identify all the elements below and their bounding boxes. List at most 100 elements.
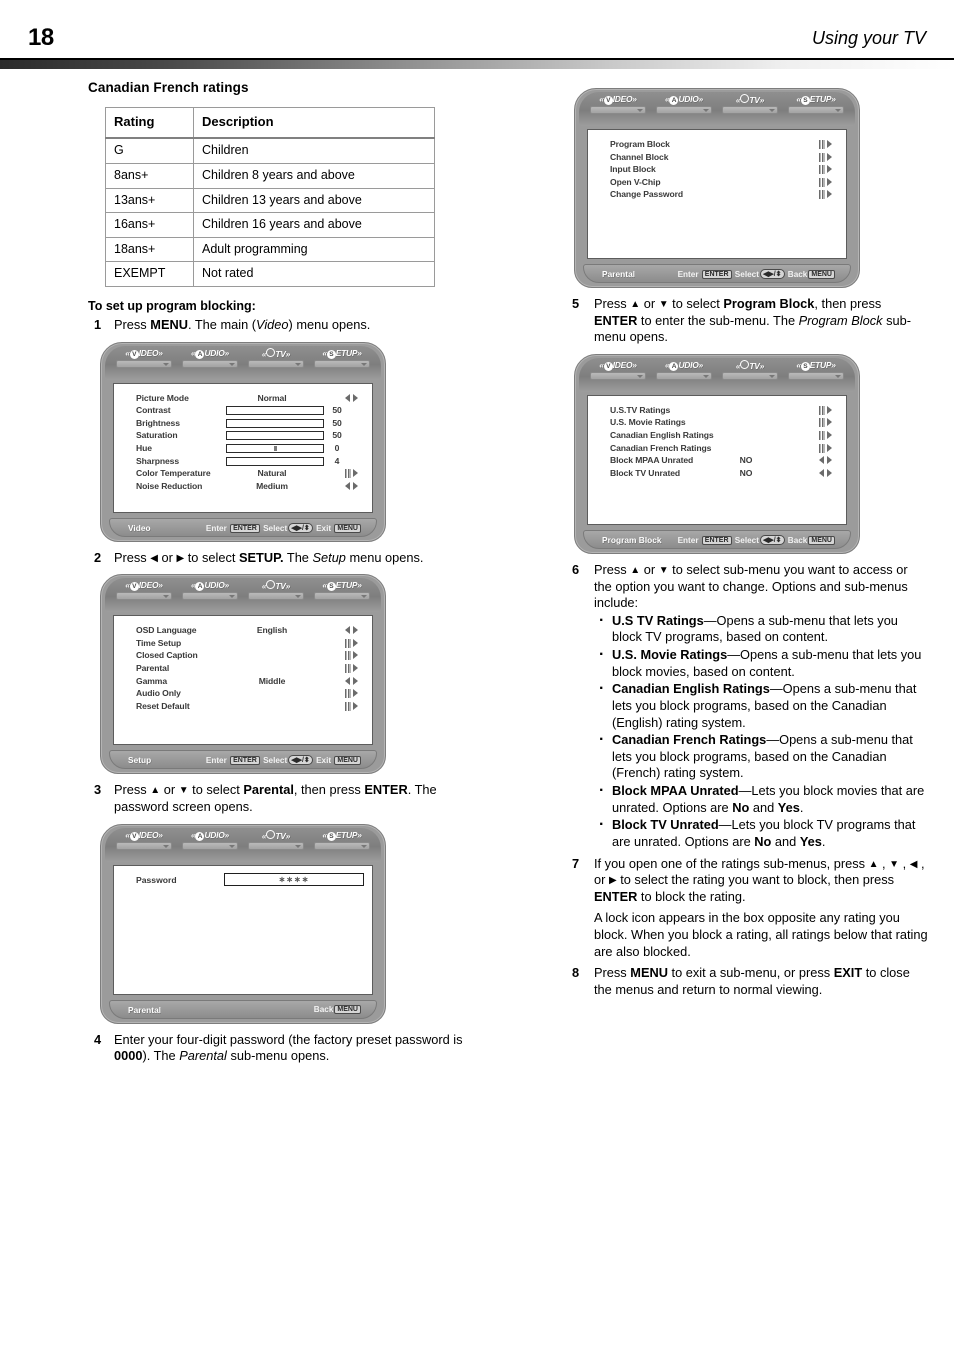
- osd-tab-audio[interactable]: «A UDIO»: [179, 830, 241, 850]
- osd-row[interactable]: Picture Mode Normal: [114, 393, 372, 406]
- osd-tab-audio[interactable]: «A UDIO»: [179, 348, 241, 368]
- osd-row[interactable]: Channel Block: [588, 152, 846, 165]
- osd-row[interactable]: Hue 0: [114, 443, 372, 456]
- osd-tab-selector-setup[interactable]: [314, 592, 370, 601]
- osd-row-indicator: [819, 177, 832, 188]
- osd-row[interactable]: Contrast 50: [114, 405, 372, 418]
- osd-slider-thumb[interactable]: [273, 446, 277, 451]
- osd-tab-audio[interactable]: «A UDIO»: [179, 580, 241, 601]
- osd-tab-selector-video[interactable]: [590, 106, 646, 114]
- osd-row[interactable]: U.S. Movie Ratings: [588, 417, 846, 430]
- osd-tab-selector-tv[interactable]: [248, 592, 304, 601]
- osd-row[interactable]: Change Password: [588, 189, 846, 202]
- osd-footer-label-setup: Setup: [128, 755, 152, 766]
- osd-tab-tv[interactable]: «TV»: [245, 347, 307, 368]
- step-6-number: 6: [572, 561, 580, 577]
- osd-row-label: Open V-Chip: [610, 176, 661, 187]
- cell-rating: 18ans+: [105, 236, 194, 263]
- osd-tab-selector-audio[interactable]: [656, 371, 712, 380]
- osd-row[interactable]: OSD Language English: [114, 625, 372, 638]
- osd-row[interactable]: Open V-Chip: [588, 177, 846, 190]
- osd-tab-selector-audio[interactable]: [182, 359, 238, 368]
- osd-tab-selector-video[interactable]: [116, 841, 172, 850]
- osd-row[interactable]: Input Block: [588, 164, 846, 177]
- osd-tab-selector-setup[interactable]: [788, 371, 844, 380]
- osd-tab-tv[interactable]: «TV»: [719, 359, 781, 380]
- osd-row[interactable]: Reset Default: [114, 701, 372, 714]
- osd-footer-program-block: Program Block Enter ENTER Select ◀▶/⬍ Bac…: [583, 529, 851, 549]
- osd-tab-badge-icon: S: [326, 582, 336, 592]
- osd-tab-selector-tv[interactable]: [722, 371, 778, 380]
- osd-slider[interactable]: [226, 444, 324, 453]
- osd-slider[interactable]: [226, 418, 324, 428]
- osd-row[interactable]: Brightness 50: [114, 418, 372, 431]
- left-right-arrows-icon: [345, 393, 358, 403]
- osd-tab-tv[interactable]: «TV»: [719, 94, 781, 114]
- osd-tab-setup[interactable]: «S ETUP»: [785, 360, 847, 380]
- left-right-arrows-icon: [819, 468, 832, 478]
- osd-tab-label-audio: «A UDIO»: [191, 829, 229, 841]
- osd-tab-selector-audio[interactable]: [182, 841, 238, 850]
- osd-tab-video[interactable]: «V IDEO»: [113, 580, 175, 601]
- osd-tab-label-video: «V IDEO»: [125, 580, 163, 592]
- submenu-arrow-icon: [345, 469, 358, 479]
- osd-row[interactable]: U.S.TV Ratings: [588, 405, 846, 418]
- osd-tab-setup[interactable]: «S ETUP»: [311, 348, 373, 368]
- osd-row[interactable]: Noise Reduction Medium: [114, 481, 372, 494]
- osd-slider[interactable]: [226, 431, 324, 441]
- osd-tab-setup[interactable]: «S ETUP»: [311, 830, 373, 850]
- page-number: 18: [28, 24, 54, 51]
- osd-row-label: Audio Only: [136, 688, 181, 699]
- osd-row[interactable]: Parental: [114, 663, 372, 676]
- osd-tab-video[interactable]: «V IDEO»: [587, 94, 649, 114]
- osd-tab-audio[interactable]: «A UDIO»: [653, 360, 715, 380]
- osd-tab-audio[interactable]: «A UDIO»: [653, 94, 715, 114]
- osd-tab-setup[interactable]: «S ETUP»: [311, 580, 373, 601]
- osd-tab-selector-audio[interactable]: [656, 106, 712, 114]
- osd-tab-selector-video[interactable]: [590, 371, 646, 380]
- osd-tab-setup[interactable]: «S ETUP»: [785, 94, 847, 114]
- password-input[interactable]: ∗∗∗∗: [224, 872, 364, 886]
- osd-row[interactable]: Sharpness 4: [114, 456, 372, 469]
- osd-tab-video[interactable]: «V IDEO»: [587, 360, 649, 380]
- osd-row[interactable]: Color Temperature Natural: [114, 468, 372, 481]
- osd-video-menu: «V IDEO» «A UDIO» «TV» «S ETUP» Picture Mode No…: [100, 341, 386, 542]
- step-2-number: 2: [94, 549, 102, 565]
- osd-tab-selector-video[interactable]: [116, 592, 172, 601]
- osd-tab-selector-setup[interactable]: [314, 841, 370, 850]
- osd-row[interactable]: Block TV Unrated NO: [588, 468, 846, 481]
- osd-row[interactable]: Gamma Middle: [114, 676, 372, 689]
- osd-row[interactable]: Program Block: [588, 139, 846, 152]
- osd-row[interactable]: Canadian English Ratings: [588, 430, 846, 443]
- osd-tab-selector-video[interactable]: [116, 359, 172, 368]
- step-2: 2 Press ◀ or ▶ to select SETUP. The Setu…: [88, 550, 470, 567]
- osd-slider[interactable]: [226, 406, 324, 416]
- osd-tab-tv[interactable]: «TV»: [245, 580, 307, 601]
- osd-slider[interactable]: [226, 456, 324, 466]
- osd-row[interactable]: Time Setup: [114, 638, 372, 651]
- osd-tab-video[interactable]: «V IDEO»: [113, 830, 175, 850]
- osd-row-label: Saturation: [136, 430, 178, 441]
- osd-tab-selector-tv[interactable]: [248, 359, 304, 368]
- osd-tab-selector-setup[interactable]: [788, 106, 844, 114]
- osd-password-screen: «V IDEO» «A UDIO» «TV» «S ETUP» Password ∗∗∗∗ …: [100, 823, 386, 1024]
- osd-row[interactable]: Closed Caption: [114, 650, 372, 663]
- osd-row[interactable]: Audio Only: [114, 688, 372, 701]
- step-8-number: 8: [572, 965, 580, 981]
- osd-footer-label-program-block: Program Block: [602, 534, 662, 545]
- submenu-arrow-icon: [819, 140, 832, 149]
- osd-row-indicator: [345, 676, 358, 687]
- osd-tab-video[interactable]: «V IDEO»: [113, 348, 175, 368]
- osd-footer-hints-password: Back MENU: [314, 1004, 362, 1014]
- osd-row-label: Sharpness: [136, 455, 180, 466]
- osd-tab-selector-tv[interactable]: [248, 841, 304, 850]
- osd-tab-selector-tv[interactable]: [722, 106, 778, 114]
- osd-row[interactable]: Block MPAA Unrated NO: [588, 455, 846, 468]
- submenu-arrow-icon: [819, 177, 832, 187]
- osd-tab-selector-setup[interactable]: [314, 359, 370, 368]
- step-8: 8 Press MENU to exit a sub-menu, or pres…: [572, 965, 928, 998]
- osd-row[interactable]: Canadian French Ratings: [588, 443, 846, 456]
- osd-tab-tv[interactable]: «TV»: [245, 829, 307, 850]
- osd-row[interactable]: Saturation 50: [114, 430, 372, 443]
- osd-tab-selector-audio[interactable]: [182, 592, 238, 601]
